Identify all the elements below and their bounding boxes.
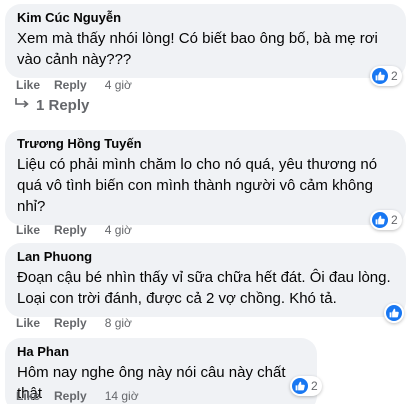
comment-actions: Like Reply 8 giờ xyxy=(16,316,132,330)
view-replies-label: 1 Reply xyxy=(36,97,90,114)
comment-bubble: Kim Cúc Nguyễn Xem mà thấy nhói lòng! Có… xyxy=(5,4,406,78)
like-button[interactable]: Like xyxy=(16,316,40,330)
reaction-summary[interactable]: 2 xyxy=(370,210,402,230)
comment-text: Đoạn cậu bé nhìn thấy vỉ sữa chữa hết đá… xyxy=(17,269,391,307)
comment-text: Xem mà thấy nhói lòng! Có biết bao ông b… xyxy=(17,30,378,68)
reaction-count: 2 xyxy=(391,213,398,227)
like-thumb-icon xyxy=(372,212,388,228)
comment-actions: Like Reply 4 giờ xyxy=(16,223,132,237)
comment-text: Liệu có phải mình chăm lo cho nó quá, yê… xyxy=(17,156,378,215)
like-thumb-icon xyxy=(372,68,388,84)
comment-bubble: Lan Phuong Đoạn cậu bé nhìn thấy vỉ sữa … xyxy=(5,243,406,317)
reply-button[interactable]: Reply xyxy=(54,389,87,403)
view-replies-link[interactable]: 1 Reply xyxy=(14,97,89,114)
reply-button[interactable]: Reply xyxy=(54,78,87,92)
like-thumb-icon xyxy=(386,305,402,321)
comment-actions: Like Reply 4 giờ xyxy=(16,78,132,92)
comment-author[interactable]: Trương Hồng Tuyến xyxy=(17,136,394,152)
like-button[interactable]: Like xyxy=(16,78,40,92)
comment-timestamp[interactable]: 14 giờ xyxy=(105,389,139,403)
reaction-summary[interactable] xyxy=(384,303,404,323)
reaction-summary[interactable]: 2 xyxy=(290,376,322,396)
reply-button[interactable]: Reply xyxy=(54,223,87,237)
reply-arrow-icon xyxy=(14,97,30,114)
reaction-count: 2 xyxy=(391,69,398,83)
comment-author[interactable]: Ha Phan xyxy=(17,344,305,360)
comment-author[interactable]: Lan Phuong xyxy=(17,249,394,265)
comment-author[interactable]: Kim Cúc Nguyễn xyxy=(17,10,394,26)
comment-timestamp[interactable]: 4 giờ xyxy=(105,78,132,92)
reaction-count: 2 xyxy=(311,379,318,393)
reaction-summary[interactable]: 2 xyxy=(370,66,402,86)
reply-button[interactable]: Reply xyxy=(54,316,87,330)
like-button[interactable]: Like xyxy=(16,389,40,403)
comment-timestamp[interactable]: 8 giờ xyxy=(105,316,132,330)
comment-timestamp[interactable]: 4 giờ xyxy=(105,223,132,237)
like-button[interactable]: Like xyxy=(16,223,40,237)
comment-actions: Like Reply 14 giờ xyxy=(16,389,139,403)
like-thumb-icon xyxy=(292,378,308,394)
comment-bubble: Trương Hồng Tuyến Liệu có phải mình chăm… xyxy=(5,130,406,225)
